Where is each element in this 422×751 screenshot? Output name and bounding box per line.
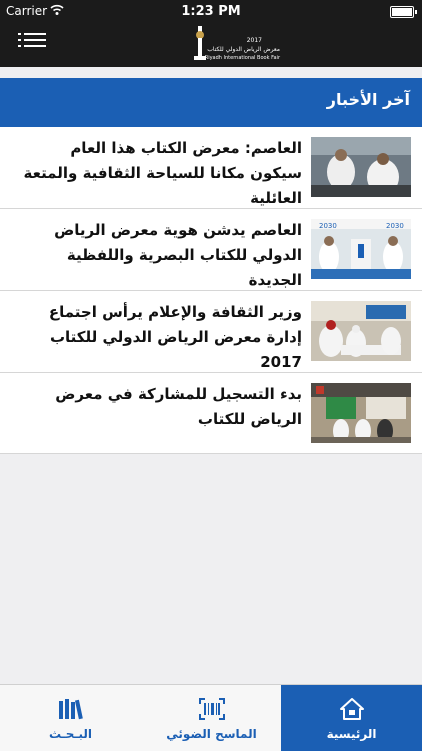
books-icon — [58, 699, 83, 720]
barcode-scanner-icon — [198, 698, 225, 720]
news-thumbnail — [311, 383, 411, 443]
status-bar: Carrier 1:23 PM — [0, 0, 422, 22]
tab-bar: البـحـث الماسح الضوئي الرئيسية — [0, 684, 422, 751]
news-thumbnail: 2030 2030 — [311, 219, 411, 279]
tab-search-label: البـحـث — [48, 727, 93, 741]
news-headline: العاصم: معرض الكتاب هذا العام سيكون مكان… — [23, 139, 303, 207]
section-title: آخر الأخبار — [326, 90, 410, 109]
news-item[interactable]: 2030 2030 العاصم يدشن هوية معرض الرياض ا… — [0, 209, 422, 291]
logo-english-text: Riyadh International Book Fair — [204, 55, 280, 61]
news-headline: بدء التسجيل للمشاركة في معرض الرياض للكت… — [55, 385, 302, 428]
news-item[interactable]: بدء التسجيل للمشاركة في معرض الرياض للكت… — [0, 373, 422, 454]
tab-scanner[interactable]: الماسح الضوئي — [141, 685, 282, 751]
app-header: Carrier 1:23 PM 2017 معرض الرياض الدولي … — [0, 0, 422, 67]
news-list: العاصم: معرض الكتاب هذا العام سيكون مكان… — [0, 127, 422, 454]
news-headline: وزير الثقافة والإعلام يرأس اجتماع إدارة … — [48, 303, 302, 371]
tab-search[interactable]: البـحـث — [0, 685, 141, 751]
news-item[interactable]: العاصم: معرض الكتاب هذا العام سيكون مكان… — [0, 127, 422, 209]
menu-button[interactable] — [24, 33, 46, 51]
news-thumbnail — [311, 301, 411, 361]
news-headline: العاصم يدشن هوية معرض الرياض الدولي للكت… — [54, 221, 302, 289]
tab-home[interactable]: الرئيسية — [281, 685, 422, 751]
svg-text:2030: 2030 — [319, 222, 337, 230]
svg-text:2030: 2030 — [386, 222, 404, 230]
logo-year: 2017 — [246, 37, 262, 44]
battery-icon — [390, 6, 417, 18]
tab-home-label: الرئيسية — [326, 727, 377, 741]
home-icon — [339, 698, 364, 720]
logo-arabic-text: معرض الرياض الدولي للكتاب — [207, 46, 280, 53]
news-item[interactable]: وزير الثقافة والإعلام يرأس اجتماع إدارة … — [0, 291, 422, 373]
latest-news-bar: آخر الأخبار — [0, 78, 422, 127]
fair-logo: 2017 معرض الرياض الدولي للكتاب Riyadh In… — [190, 24, 282, 64]
clock: 1:23 PM — [181, 4, 241, 19]
news-thumbnail — [311, 137, 411, 197]
tab-scanner-label: الماسح الضوئي — [166, 727, 257, 741]
